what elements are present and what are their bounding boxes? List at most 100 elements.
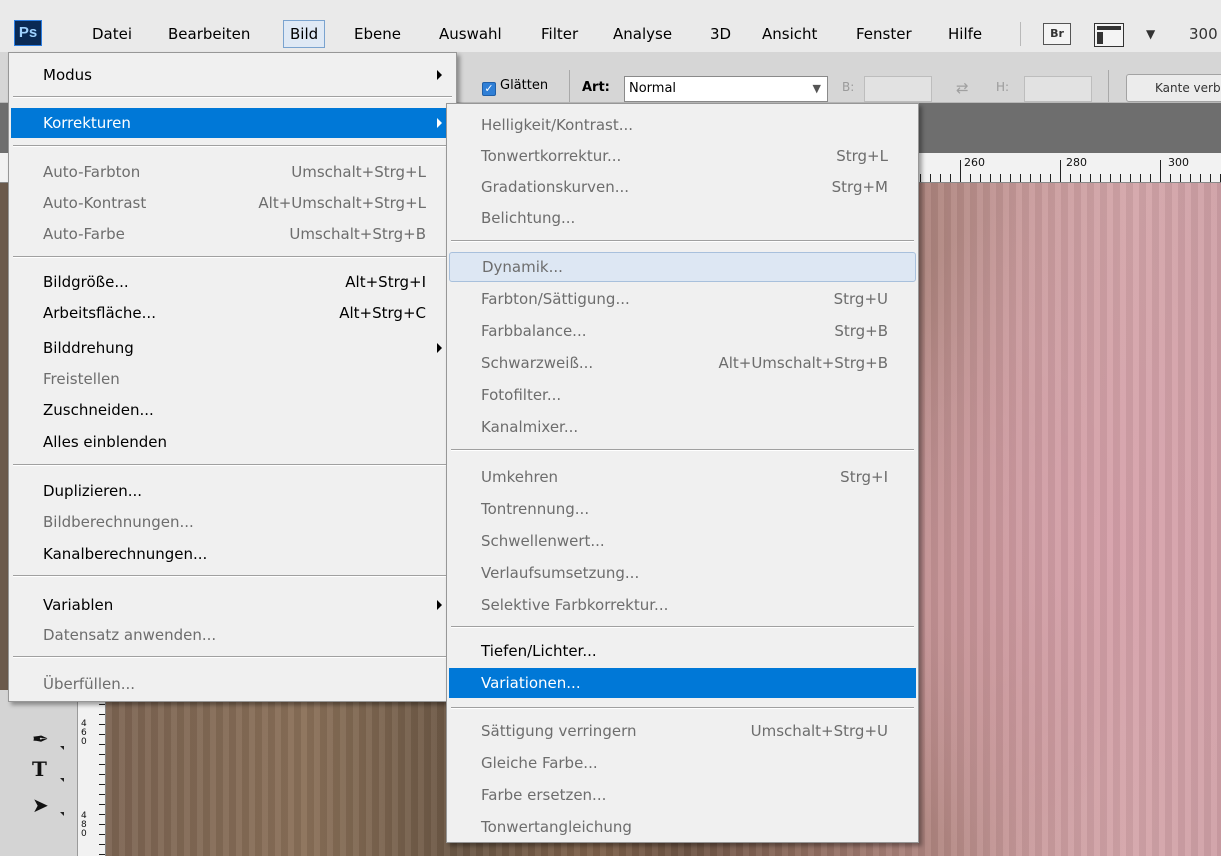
menu-item-kanalberechnungen[interactable]: Kanalberechnungen... (11, 539, 454, 569)
menu-item-ueberfuellen[interactable]: Überfüllen... (11, 669, 454, 699)
menu-item-zuschneiden[interactable]: Zuschneiden... (11, 395, 454, 425)
menu-item-datensatz-anwenden[interactable]: Datensatz anwenden... (11, 620, 454, 650)
ruler-tick (990, 174, 991, 182)
type-tool-icon[interactable]: T (32, 758, 47, 780)
menu-item-saettigung-verringern[interactable]: Sättigung verringern Umschalt+Strg+U (449, 716, 916, 746)
menu-item-label: Korrekturen (43, 114, 131, 132)
menu-item-shortcut: Strg+L (836, 147, 888, 165)
menu-auswahl[interactable]: Auswahl (433, 20, 508, 48)
art-select[interactable]: Normal ▼ (624, 76, 828, 102)
menu-item-gleiche-farbe[interactable]: Gleiche Farbe... (449, 748, 916, 778)
ruler-tick (1110, 174, 1111, 182)
menu-item-shortcut: Umschalt+Strg+B (289, 225, 426, 243)
ruler-tick (1210, 174, 1211, 182)
menu-hilfe[interactable]: Hilfe (942, 20, 988, 48)
menu-item-auto-farbton[interactable]: Auto-Farbton Umschalt+Strg+L (11, 157, 454, 187)
ruler-label: 280 (1066, 156, 1087, 169)
photoshop-logo-icon[interactable]: Ps (14, 20, 42, 46)
ruler-tick (99, 754, 105, 755)
menu-item-label: Farbton/Sättigung... (481, 290, 630, 308)
ruler-tick (99, 764, 105, 765)
menu-item-alles-einblenden[interactable]: Alles einblenden (11, 427, 454, 457)
menu-item-farbbalance[interactable]: Farbbalance... Strg+B (449, 316, 916, 346)
menu-item-belichtung[interactable]: Belichtung... (449, 203, 916, 233)
menu-item-label: Helligkeit/Kontrast... (481, 116, 634, 134)
submenu-arrow-icon (437, 118, 442, 128)
pen-tool-icon[interactable]: ✒ (32, 728, 49, 750)
width-label: B: (842, 80, 855, 94)
path-selection-tool-icon[interactable]: ➤ (32, 794, 49, 816)
chevron-down-icon[interactable]: ▼ (1146, 27, 1155, 41)
menu-item-shortcut: Umschalt+Strg+L (291, 163, 426, 181)
menu-item-label: Farbe ersetzen... (481, 786, 607, 804)
menu-item-farbe-ersetzen[interactable]: Farbe ersetzen... (449, 780, 916, 810)
menu-ansicht[interactable]: Ansicht (756, 20, 823, 48)
menu-separator (451, 240, 914, 242)
tool-flyout-indicator (60, 746, 64, 750)
menu-filter[interactable]: Filter (535, 20, 584, 48)
refine-edge-button[interactable]: Kante verbessern... (1126, 74, 1221, 102)
ruler-tick (980, 174, 981, 182)
ruler-tick (99, 814, 105, 815)
menu-item-tonwertangleichung[interactable]: Tonwertangleichung (449, 812, 916, 842)
menu-item-bildgroesse[interactable]: Bildgröße... Alt+Strg+I (11, 267, 454, 297)
menu-item-verlaufsumsetzung[interactable]: Verlaufsumsetzung... (449, 558, 916, 588)
menu-item-gradationskurven[interactable]: Gradationskurven... Strg+M (449, 172, 916, 202)
menu-item-tiefen-lichter[interactable]: Tiefen/Lichter... (449, 636, 916, 666)
menu-item-auto-kontrast[interactable]: Auto-Kontrast Alt+Umschalt+Strg+L (11, 188, 454, 218)
menu-separator (13, 464, 452, 466)
menu-item-arbeitsflaeche[interactable]: Arbeitsfläche... Alt+Strg+C (11, 298, 454, 328)
ruler-tick (99, 734, 105, 735)
menu-item-duplizieren[interactable]: Duplizieren... (11, 476, 454, 506)
menu-item-variablen[interactable]: Variablen (11, 590, 454, 620)
menu-item-label: Belichtung... (481, 209, 576, 227)
zoom-level[interactable]: 300 (1189, 20, 1218, 48)
menu-separator (13, 96, 452, 98)
ruler-tick (1200, 174, 1201, 182)
ruler-tick (99, 704, 105, 705)
menu-ebene[interactable]: Ebene (348, 20, 407, 48)
menu-separator (13, 145, 452, 147)
menu-item-farbton-saettigung[interactable]: Farbton/Sättigung... Strg+U (449, 284, 916, 314)
menu-fenster[interactable]: Fenster (850, 20, 918, 48)
menu-bearbeiten[interactable]: Bearbeiten (162, 20, 256, 48)
menu-item-label: Verlaufsumsetzung... (481, 564, 640, 582)
ruler-tick (920, 174, 921, 182)
menu-item-dynamik[interactable]: Dynamik... (449, 252, 916, 282)
glaetten-checkbox[interactable]: ✓ (482, 82, 496, 96)
menu-datei[interactable]: Datei (86, 20, 138, 48)
tools-panel: ✒ T ➤ (0, 690, 78, 856)
menu-item-fotofilter[interactable]: Fotofilter... (449, 380, 916, 410)
workspace-layout-icon[interactable] (1094, 23, 1124, 47)
tool-flyout-indicator (60, 812, 64, 816)
ruler-tick (1170, 174, 1171, 182)
korrekturen-submenu: Helligkeit/Kontrast... Tonwertkorrektur.… (446, 103, 919, 843)
menu-separator (451, 626, 914, 628)
ruler-tick (99, 804, 105, 805)
ruler-tick (99, 794, 105, 795)
menu-item-auto-farbe[interactable]: Auto-Farbe Umschalt+Strg+B (11, 219, 454, 249)
height-input[interactable] (1024, 76, 1092, 102)
swap-dimensions-icon[interactable]: ⇄ (956, 79, 969, 97)
ruler-tick (1000, 174, 1001, 182)
menu-item-korrekturen[interactable]: Korrekturen (11, 108, 454, 138)
menu-item-variationen[interactable]: Variationen... (449, 668, 916, 698)
menu-item-freistellen[interactable]: Freistellen (11, 364, 454, 394)
menu-item-tontrennung[interactable]: Tontrennung... (449, 494, 916, 524)
menu-item-modus[interactable]: Modus (11, 60, 454, 90)
menu-item-schwellenwert[interactable]: Schwellenwert... (449, 526, 916, 556)
menu-item-bildberechnungen[interactable]: Bildberechnungen... (11, 507, 454, 537)
menu-item-tonwertkorrektur[interactable]: Tonwertkorrektur... Strg+L (449, 141, 916, 171)
menu-item-bilddrehung[interactable]: Bilddrehung (11, 333, 454, 363)
bridge-button[interactable]: Br (1043, 23, 1071, 45)
menu-item-umkehren[interactable]: Umkehren Strg+I (449, 462, 916, 492)
menu-item-helligkeit-kontrast[interactable]: Helligkeit/Kontrast... (449, 110, 916, 140)
menu-bild[interactable]: Bild (283, 20, 326, 48)
menu-item-selektive-farbkorrektur[interactable]: Selektive Farbkorrektur... (449, 590, 916, 620)
menu-3d[interactable]: 3D (704, 20, 737, 48)
menu-item-schwarzweiss[interactable]: Schwarzweiß... Alt+Umschalt+Strg+B (449, 348, 916, 378)
width-input[interactable] (864, 76, 932, 102)
menu-item-label: Kanalberechnungen... (43, 545, 208, 563)
menu-item-kanalmixer[interactable]: Kanalmixer... (449, 412, 916, 442)
menu-analyse[interactable]: Analyse (607, 20, 678, 48)
